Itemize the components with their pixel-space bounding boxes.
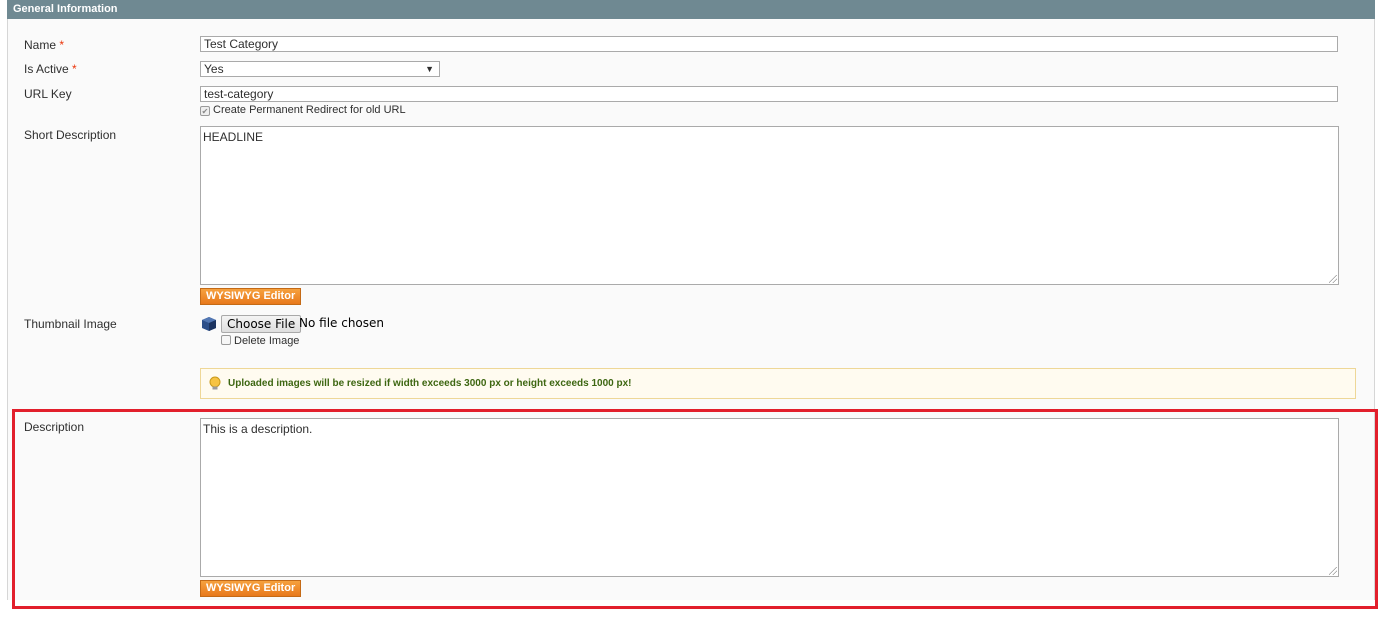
redirect-checkbox[interactable]: ✔ bbox=[200, 106, 210, 116]
short-description-textarea[interactable]: HEADLINE bbox=[200, 126, 1339, 285]
image-placeholder-icon bbox=[202, 317, 216, 331]
resize-grip-icon[interactable] bbox=[1329, 275, 1337, 283]
name-input[interactable] bbox=[200, 36, 1338, 52]
redirect-option: ✔ Create Permanent Redirect for old URL bbox=[200, 104, 406, 116]
delete-image-label: Delete Image bbox=[234, 335, 300, 347]
is-active-selected-value: Yes bbox=[204, 62, 224, 76]
name-label: Name * bbox=[24, 38, 64, 52]
required-mark: * bbox=[59, 38, 65, 52]
panel-title: General Information bbox=[7, 0, 1375, 19]
description-highlight-box bbox=[12, 409, 1378, 609]
lightbulb-icon bbox=[209, 376, 221, 390]
thumbnail-label: Thumbnail Image bbox=[24, 317, 117, 331]
resize-notice: Uploaded images will be resized if width… bbox=[200, 368, 1356, 399]
url-key-label: URL Key bbox=[24, 87, 72, 101]
dropdown-arrow-icon: ▼ bbox=[425, 64, 434, 74]
required-mark: * bbox=[72, 62, 77, 76]
delete-image-option: Delete Image bbox=[221, 335, 299, 347]
url-key-input[interactable] bbox=[200, 86, 1338, 102]
delete-image-checkbox[interactable] bbox=[221, 335, 231, 345]
short-description-text: HEADLINE bbox=[203, 130, 264, 144]
is-active-label-text: Is Active bbox=[24, 62, 69, 76]
redirect-label: Create Permanent Redirect for old URL bbox=[213, 104, 406, 116]
name-label-text: Name bbox=[24, 38, 57, 52]
choose-file-button[interactable]: Choose File bbox=[221, 315, 302, 333]
is-active-label: Is Active * bbox=[24, 62, 77, 76]
file-status: No file chosen bbox=[299, 316, 385, 330]
is-active-select[interactable]: Yes ▼ bbox=[200, 61, 440, 77]
resize-notice-text: Uploaded images will be resized if width… bbox=[228, 378, 632, 389]
short-description-label: Short Description bbox=[24, 128, 117, 142]
short-description-wysiwyg-button[interactable]: WYSIWYG Editor bbox=[200, 288, 302, 305]
